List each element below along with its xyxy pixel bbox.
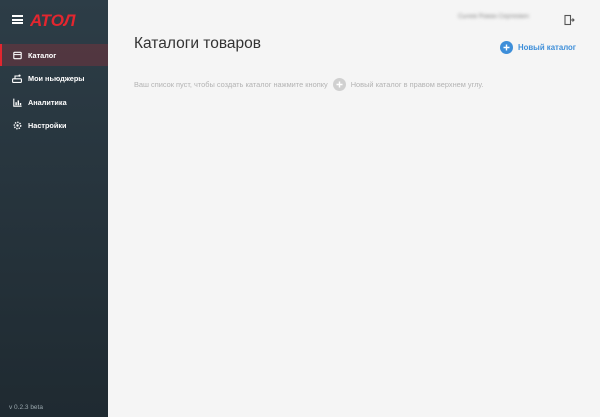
svg-text:АТОЛ: АТОЛ [30, 11, 76, 29]
sidebar-item-catalog[interactable]: Каталог [0, 44, 108, 66]
chart-icon [12, 97, 22, 107]
sidebar-item-label: Настройки [28, 121, 67, 130]
main-content: Сычев Роман Сергеевич Каталоги товаров Н… [108, 0, 600, 417]
catalog-icon [12, 50, 22, 60]
sidebar-header: АТОЛ [0, 0, 108, 42]
sidebar-item-label: Каталог [28, 50, 57, 60]
gear-icon [12, 121, 22, 131]
scales-icon [12, 74, 22, 84]
user-name[interactable]: Сычев Роман Сергеевич [458, 13, 554, 23]
plus-icon [500, 40, 513, 54]
menu-icon[interactable] [12, 15, 23, 24]
new-catalog-label: Новый каталог [518, 42, 577, 52]
empty-state-text: Ваш список пуст, чтобы создать каталог н… [134, 80, 328, 89]
empty-state-message: Ваш список пуст, чтобы создать каталог н… [134, 78, 483, 91]
sidebar-item-settings[interactable]: Настройки [0, 115, 108, 137]
app-version: v 0.2.3 beta [9, 404, 43, 411]
sidebar: АТОЛ Каталог Мои ньюджеры Аналитика Наст… [0, 0, 108, 417]
empty-state-text-end: Новый каталог в правом верхнем углу. [350, 80, 484, 89]
plus-icon [332, 78, 346, 91]
new-catalog-button[interactable]: Новый каталог [500, 39, 576, 55]
atol-logo: АТОЛ [30, 11, 76, 29]
page-title: Каталоги товаров [134, 35, 262, 52]
logout-icon[interactable] [563, 13, 575, 26]
sidebar-item-analytics[interactable]: Аналитика [0, 91, 108, 113]
sidebar-item-label: Аналитика [28, 97, 67, 107]
sidebar-nav: Каталог Мои ньюджеры Аналитика Настройки [0, 44, 108, 138]
sidebar-item-label: Мои ньюджеры [28, 74, 85, 83]
sidebar-item-scales[interactable]: Мои ньюджеры [0, 68, 108, 90]
